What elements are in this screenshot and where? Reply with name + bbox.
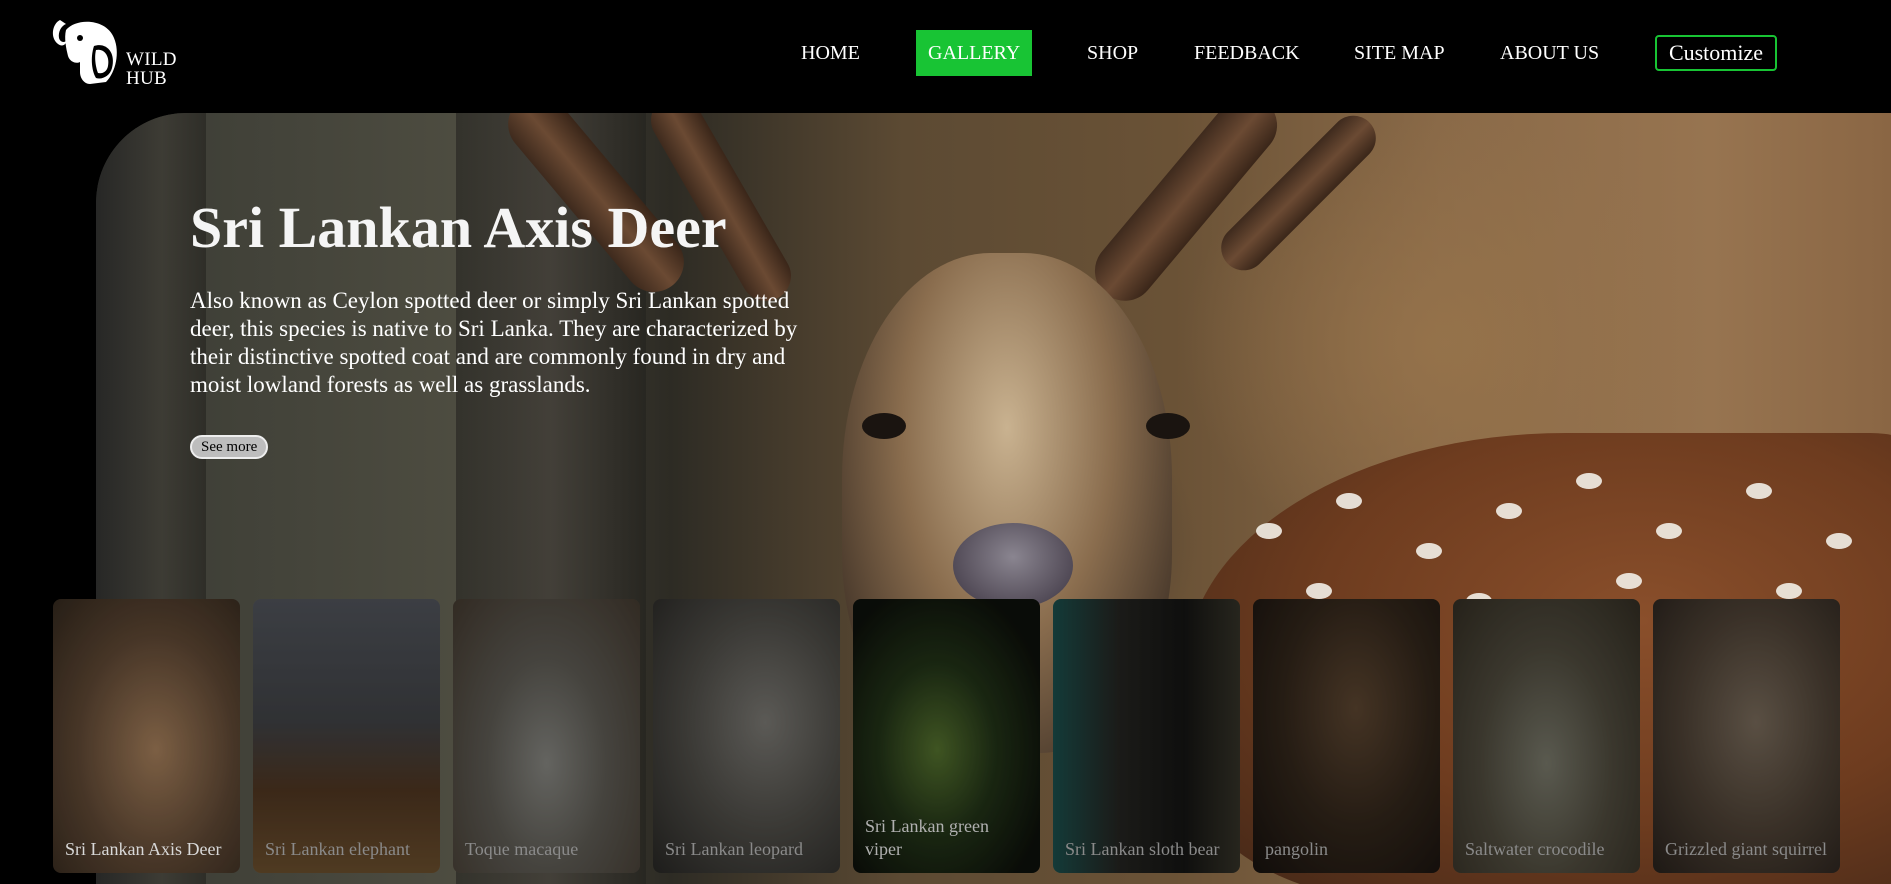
card-label: Sri Lankan green viper [865, 816, 989, 859]
card-label: Sri Lankan elephant [265, 839, 410, 859]
nav-home[interactable]: HOME [801, 30, 860, 76]
hero-deer-nose [953, 523, 1073, 608]
wildhub-logo[interactable]: WILD HUB [50, 12, 180, 92]
animal-card-elephant[interactable]: Sri Lankan elephant [253, 599, 440, 873]
nav-feedback[interactable]: FEEDBACK [1194, 30, 1300, 76]
card-label: Sri Lankan Axis Deer [65, 839, 222, 859]
hero-description: Also known as Ceylon spotted deer or sim… [190, 288, 798, 397]
logo-text: WILD HUB [126, 50, 177, 88]
logo-line-wild: WILD [126, 49, 177, 70]
animal-card-green-viper[interactable]: Sri Lankan green viper [853, 599, 1040, 873]
site-header: WILD HUB HOME GALLERY SHOP FEEDBACK SITE… [0, 0, 1891, 113]
card-label: Grizzled giant squirrel [1665, 839, 1827, 859]
animal-card-leopard[interactable]: Sri Lankan leopard [653, 599, 840, 873]
nav-gallery[interactable]: GALLERY [916, 30, 1033, 76]
nav-about-us[interactable]: ABOUT US [1500, 30, 1599, 76]
card-label: pangolin [1265, 839, 1328, 859]
see-more-button[interactable]: See more [190, 435, 269, 459]
elephant-icon [52, 20, 117, 84]
logo-line-hub: HUB [126, 68, 168, 89]
nav-shop[interactable]: SHOP [1087, 30, 1138, 76]
animal-card-giant-squirrel[interactable]: Grizzled giant squirrel [1653, 599, 1840, 873]
animal-card-saltwater-crocodile[interactable]: Saltwater crocodile [1453, 599, 1640, 873]
hero-title: Sri Lankan Axis Deer [190, 195, 727, 260]
animal-card-toque-macaque[interactable]: Toque macaque [453, 599, 640, 873]
nav-site-map[interactable]: SITE MAP [1354, 30, 1445, 76]
card-label: Saltwater crocodile [1465, 839, 1605, 859]
card-label: Sri Lankan sloth bear [1065, 839, 1220, 859]
animal-card-pangolin[interactable]: pangolin [1253, 599, 1440, 873]
animal-card-sloth-bear[interactable]: Sri Lankan sloth bear [1053, 599, 1240, 873]
customize-button[interactable]: Customize [1655, 35, 1777, 71]
card-label: Sri Lankan leopard [665, 839, 803, 859]
card-label: Toque macaque [465, 839, 579, 859]
animal-card-axis-deer[interactable]: Sri Lankan Axis Deer [53, 599, 240, 873]
